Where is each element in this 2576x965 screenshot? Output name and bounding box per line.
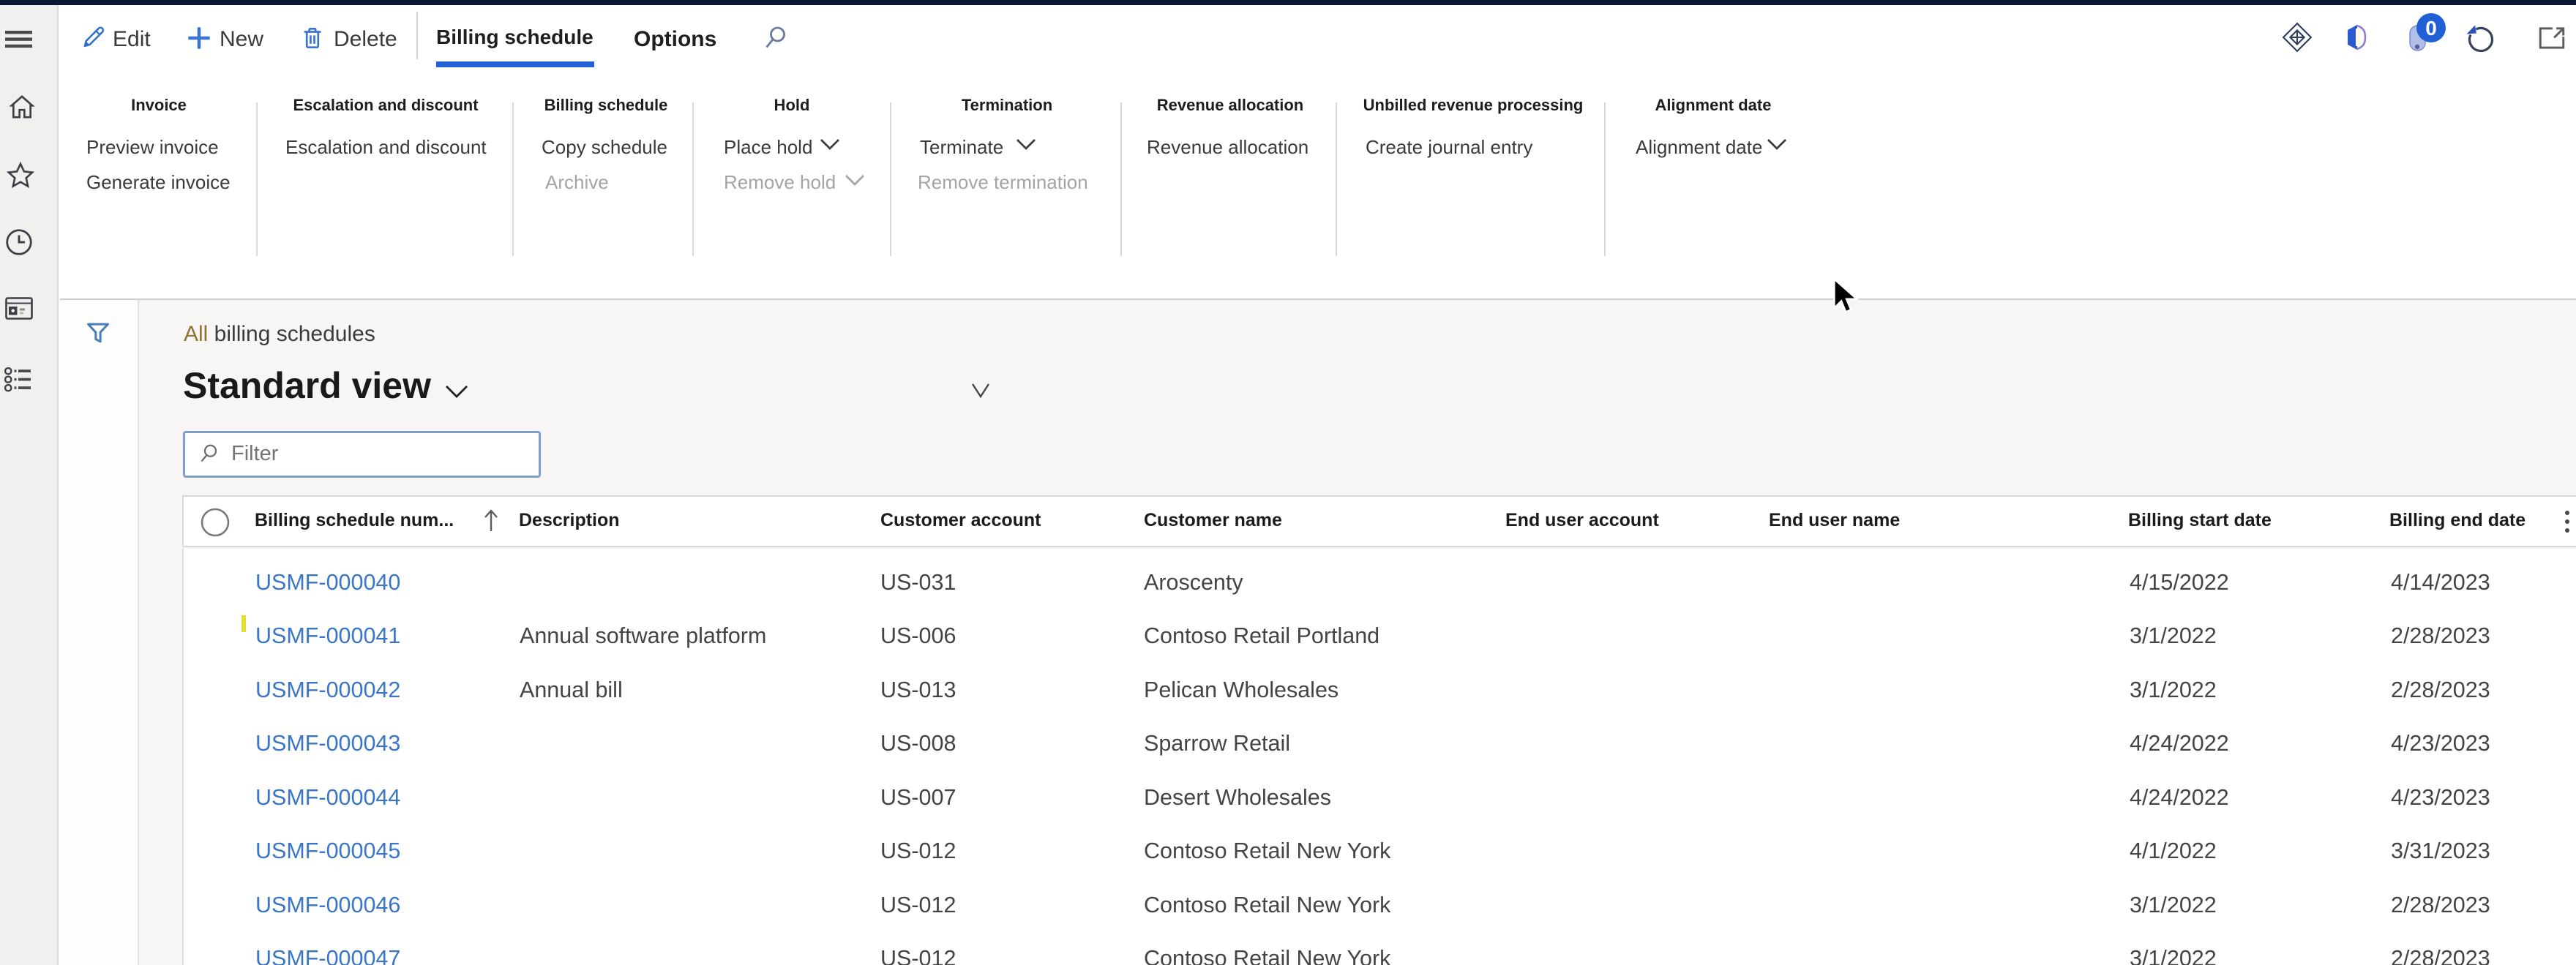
svg-text:0: 0 xyxy=(2425,17,2437,40)
